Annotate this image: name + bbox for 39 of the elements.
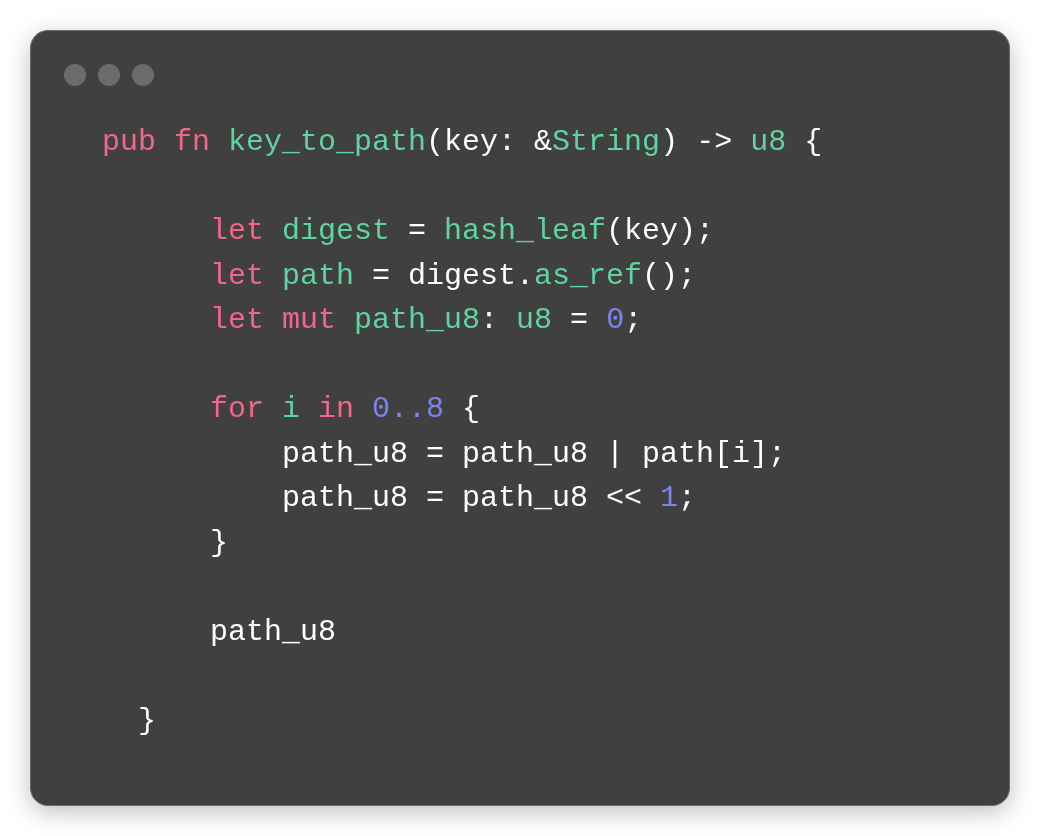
code-token: in <box>318 392 356 426</box>
code-token: key_to_path <box>228 125 427 159</box>
code-token: u8 <box>750 125 787 159</box>
code-token: String <box>552 125 661 159</box>
code-token: let <box>210 214 266 248</box>
code-token: as_ref <box>534 258 643 293</box>
code-token: ; <box>624 303 643 337</box>
code-token: digest <box>282 214 391 248</box>
code-token: path_u8 = path_u8 | path[i]; <box>282 436 787 471</box>
window-dot <box>98 64 120 86</box>
code-token: { <box>803 125 823 159</box>
code-token: = <box>407 214 428 248</box>
code-token: u8 <box>516 303 553 337</box>
code-token: 1 <box>660 481 679 515</box>
code-token: path_u8 <box>354 303 481 337</box>
code-token: i <box>282 392 302 426</box>
code-token: (key); <box>606 214 715 248</box>
code-token: (); <box>642 258 697 293</box>
code-token: } <box>210 525 229 560</box>
code-token: ; <box>678 481 697 515</box>
code-token: } <box>137 703 156 738</box>
code-token: 0..8 <box>372 392 445 426</box>
code-token: (key: & <box>426 125 553 159</box>
code-token: ) -> <box>660 125 734 159</box>
code-token: path_u8 = path_u8 << <box>282 481 644 515</box>
window-dot <box>132 64 154 86</box>
code-token: for <box>210 392 266 426</box>
code-token: let <box>210 258 266 293</box>
window-dot <box>64 64 86 86</box>
code-token: 0 <box>606 303 625 337</box>
code-token: = <box>569 303 590 337</box>
code-token: path <box>282 258 355 293</box>
code-token: let mut <box>210 303 338 337</box>
code-token: = digest. <box>371 258 535 293</box>
code-token: hash_leaf <box>444 214 607 248</box>
code-token: : <box>480 303 500 337</box>
code-token: path_u8 <box>210 614 337 649</box>
code-token: { <box>461 392 481 426</box>
code-token: pub fn <box>102 125 212 159</box>
